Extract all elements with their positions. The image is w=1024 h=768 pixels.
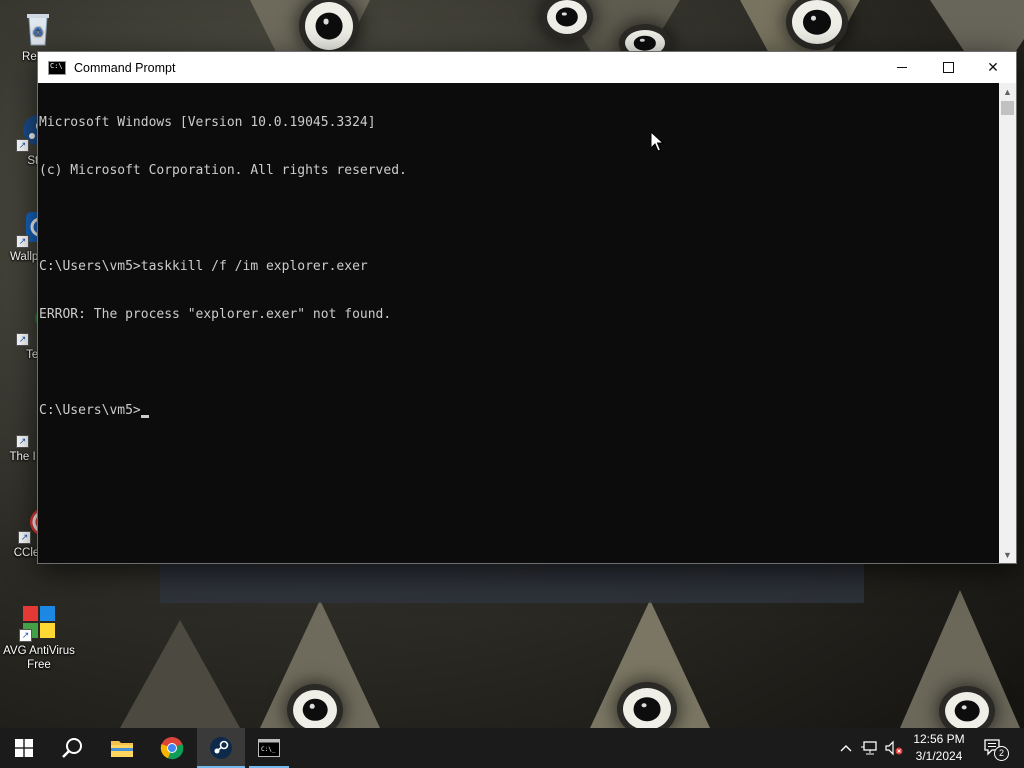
file-explorer-button[interactable] <box>98 728 146 768</box>
scroll-up-arrow-icon[interactable]: ▲ <box>999 83 1016 100</box>
wallpaper-eye <box>792 0 842 44</box>
recycle-bin-icon: ♻ <box>18 8 58 48</box>
start-button[interactable] <box>0 728 48 768</box>
taskbar: C:\_ 12:56 PM 3/1/2024 2 <box>0 728 1024 768</box>
chrome-icon <box>160 737 184 760</box>
maximize-icon <box>942 62 954 73</box>
command-prompt-window[interactable]: C:\ Command Prompt ✕ Microsoft Windows [… <box>38 52 1016 563</box>
wallpaper-eye <box>293 690 337 728</box>
wallpaper-eye <box>547 0 587 34</box>
console-prompt: C:\Users\vm5> <box>39 403 141 418</box>
chrome-button[interactable] <box>148 728 196 768</box>
console-line: C:\Users\vm5>taskkill /f /im explorer.ex… <box>39 259 368 274</box>
wallpaper-shape <box>120 620 240 728</box>
system-clock[interactable]: 12:56 PM 3/1/2024 <box>906 731 972 765</box>
minimize-button[interactable] <box>879 52 925 83</box>
window-title: Command Prompt <box>74 60 176 75</box>
desktop-icon-avg-antivirus[interactable]: ↗ AVG AntiVirus Free <box>3 602 75 672</box>
folder-icon <box>111 741 133 757</box>
scrollbar-thumb[interactable] <box>1001 101 1014 115</box>
cmd-icon: C:\_ <box>258 739 280 757</box>
close-button[interactable]: ✕ <box>970 52 1016 83</box>
command-prompt-taskbar-button[interactable]: C:\_ <box>245 728 293 768</box>
vertical-scrollbar[interactable]: ▲ ▼ <box>999 83 1016 563</box>
wallpaper-eye <box>623 688 671 728</box>
console-prompt-line[interactable]: C:\Users\vm5> <box>39 403 999 419</box>
text-cursor <box>140 415 149 418</box>
shortcut-arrow-icon: ↗ <box>16 435 29 448</box>
shortcut-arrow-icon: ↗ <box>16 333 29 346</box>
console-line: (c) Microsoft Corporation. All rights re… <box>39 163 407 178</box>
console-output[interactable]: Microsoft Windows [Version 10.0.19045.33… <box>38 83 999 563</box>
windows-logo-icon <box>15 739 33 757</box>
notification-count-badge: 2 <box>994 746 1009 761</box>
maximize-button[interactable] <box>925 52 971 83</box>
close-icon: ✕ <box>987 59 999 75</box>
desktop-icon-label: AVG AntiVirus Free <box>3 645 75 671</box>
search-icon <box>62 738 82 758</box>
svg-text:C:\_: C:\_ <box>261 746 276 753</box>
wallpaper-band <box>160 563 864 603</box>
scroll-down-arrow-icon[interactable]: ▼ <box>999 546 1016 563</box>
wallpaper-eye <box>305 2 353 50</box>
clock-time: 12:56 PM <box>913 732 965 746</box>
show-hidden-icons-chevron-icon[interactable] <box>836 738 856 758</box>
wallpaper-eye <box>945 692 989 728</box>
clock-date: 3/1/2024 <box>915 749 963 763</box>
steam-taskbar-button[interactable] <box>197 728 245 768</box>
search-button[interactable] <box>48 728 96 768</box>
volume-muted-icon[interactable] <box>884 738 904 758</box>
shortcut-arrow-icon: ↗ <box>19 629 32 642</box>
svg-text:♻: ♻ <box>33 25 44 39</box>
network-icon[interactable] <box>860 738 880 758</box>
steam-icon <box>210 737 232 759</box>
window-titlebar[interactable]: C:\ Command Prompt ✕ <box>38 52 1016 83</box>
console-line: ERROR: The process "explorer.exer" not f… <box>39 307 392 322</box>
mouse-pointer-icon <box>650 131 664 152</box>
action-center-button[interactable]: 2 <box>982 738 1009 761</box>
console-line: Microsoft Windows [Version 10.0.19045.33… <box>39 115 376 130</box>
shortcut-arrow-icon: ↗ <box>16 235 29 248</box>
cmd-icon: C:\ <box>48 60 66 75</box>
avg-antivirus-icon: ↗ <box>19 602 59 642</box>
minimize-icon <box>897 67 907 68</box>
shortcut-arrow-icon: ↗ <box>16 139 29 152</box>
shortcut-arrow-icon: ↗ <box>18 531 31 544</box>
